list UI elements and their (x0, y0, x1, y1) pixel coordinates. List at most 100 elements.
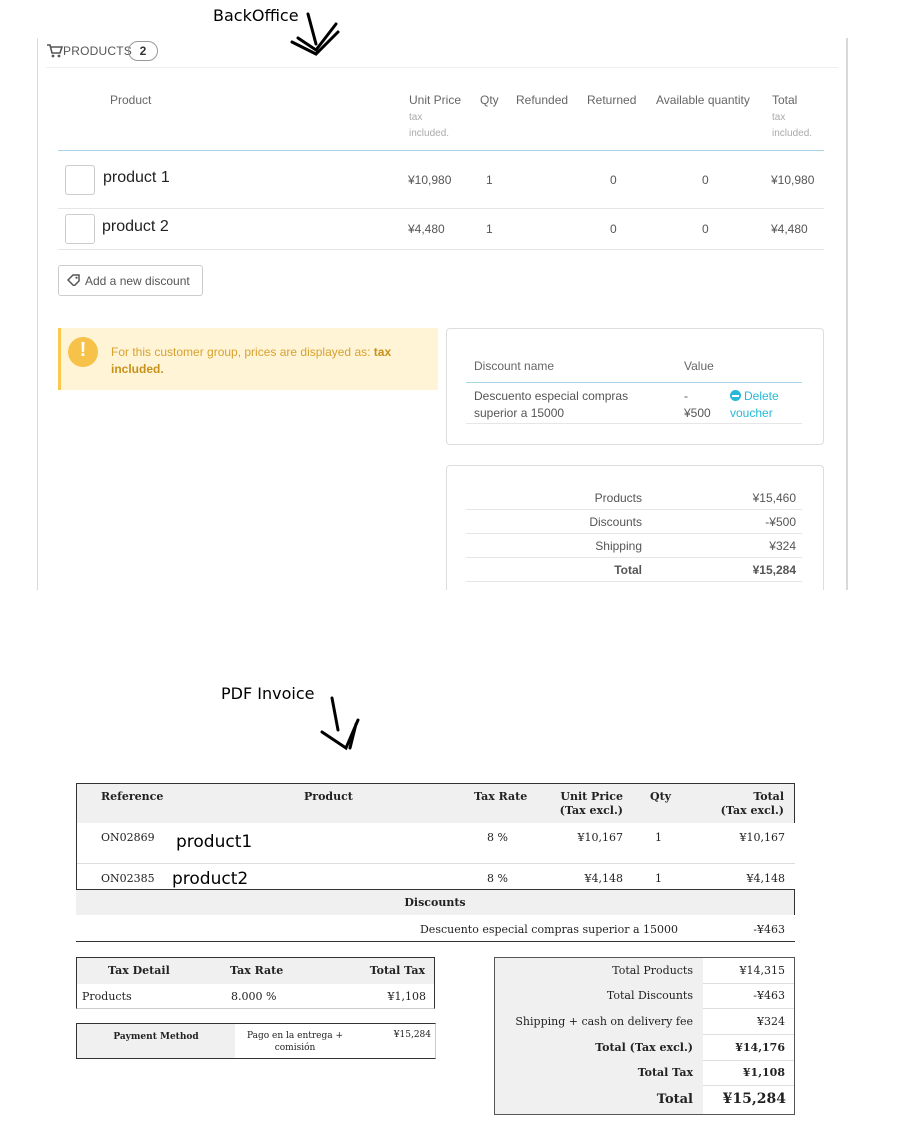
payment-method: Pago en la entrega + comisión (246, 1031, 344, 1053)
summary-label: Shipping + cash on delivery fee (515, 1015, 693, 1028)
annotation-pdf-invoice: PDF Invoice (221, 684, 315, 703)
available-quantity: 0 (702, 222, 709, 236)
inv-total: ¥10,167 (739, 831, 786, 844)
summary-value: ¥14,315 (739, 964, 786, 977)
summary-value: ¥1,108 (742, 1066, 785, 1079)
inv-col-product: Product (304, 790, 353, 803)
col-product: Product (110, 93, 152, 107)
arrow-down-icon (320, 696, 360, 751)
panel-title: PRODUCTS (63, 44, 132, 58)
summary-divider (703, 1060, 794, 1061)
total-label-discounts: Discounts (589, 515, 642, 529)
col-unit-price-sub: tax (409, 112, 423, 123)
col-refunded: Refunded (516, 93, 569, 107)
line-total: ¥10,980 (771, 173, 815, 187)
summary-value-total: ¥15,284 (722, 1091, 786, 1107)
delete-voucher-link[interactable]: Delete voucher (730, 388, 779, 422)
total-value-shipping: ¥324 (769, 539, 796, 553)
summary-value: ¥324 (757, 1015, 785, 1028)
crop-mask (0, 590, 917, 610)
inv-unit-price: ¥10,167 (577, 831, 624, 844)
col-total-sub: tax (772, 112, 786, 123)
cart-icon (47, 44, 63, 58)
returned: 0 (610, 173, 617, 187)
inv-col-reference: Reference (101, 790, 164, 803)
inv-reference: ON02869 (101, 831, 155, 844)
total-value-products: ¥15,460 (752, 491, 796, 505)
tax-col-detail: Tax Detail (108, 964, 170, 977)
col-total-sub: included. (772, 128, 813, 139)
summary-divider (703, 1085, 794, 1086)
col-total: Total (772, 93, 798, 107)
inv-discounts-bottom (76, 941, 795, 942)
totals-divider (466, 533, 802, 534)
summary-label: Total Tax (637, 1066, 693, 1079)
unit-price: ¥4,480 (408, 222, 445, 236)
col-available-quantity: Available quantity (656, 93, 750, 107)
summary-label: Total Discounts (606, 989, 693, 1002)
payment-label: Payment Method (113, 1032, 199, 1042)
discount-row-divider (466, 423, 802, 424)
inv-qty: 1 (655, 872, 662, 885)
add-discount-button[interactable]: Add a new discount (58, 265, 203, 296)
add-discount-label: Add a new discount (85, 274, 190, 288)
product-thumbnail[interactable] (65, 214, 95, 244)
inv-col-total: Total (Tax excl.) (720, 790, 784, 817)
annotation-backoffice: BackOffice (213, 6, 299, 25)
summary-label: Total Products (612, 964, 693, 977)
total-value-total: ¥15,284 (752, 563, 796, 577)
total-value-discounts: -¥500 (765, 515, 796, 529)
alert-text: For this customer group, prices are disp… (111, 345, 374, 359)
unit-price: ¥10,980 (408, 173, 452, 187)
inv-discount-name: Descuento especial compras superior a 15… (419, 923, 678, 936)
col-discount-value: Value (684, 359, 714, 373)
inv-tax-rate: 8 % (487, 831, 508, 844)
summary-label-column (495, 958, 703, 1114)
returned: 0 (610, 222, 617, 236)
totals-divider (466, 557, 802, 558)
inv-discounts-title: Discounts (404, 896, 466, 909)
product-count-badge: 2 (128, 41, 158, 61)
qty: 1 (486, 222, 493, 236)
discounts-box (446, 328, 824, 445)
discount-name: Descuento especial compras superior a 15… (474, 389, 629, 420)
invoice-table-header (77, 783, 795, 823)
inv-reference: ON02385 (101, 872, 155, 885)
product-thumbnail[interactable] (65, 165, 95, 195)
tax-detail: Products (82, 990, 132, 1003)
col-discount-name: Discount name (474, 359, 555, 373)
total-label-shipping: Shipping (595, 539, 642, 553)
summary-divider (703, 1034, 794, 1035)
summary-value: -¥463 (753, 989, 785, 1002)
product-name[interactable]: product 1 (103, 169, 170, 187)
inv-col-unit-price: Unit Price (Tax excl.) (559, 790, 623, 817)
summary-value: ¥14,176 (735, 1041, 785, 1054)
col-unit-price: Unit Price (409, 93, 462, 107)
tax-col-total: Total Tax (369, 964, 425, 977)
minus-circle-icon (730, 390, 741, 401)
header-divider (58, 150, 824, 151)
col-unit-price-sub: included. (409, 128, 450, 139)
inv-qty: 1 (655, 831, 662, 844)
inv-col-tax-rate: Tax Rate (474, 790, 528, 803)
summary-label-total: Total (656, 1092, 693, 1107)
inv-product: product2 (172, 869, 249, 889)
inv-col-qty: Qty (650, 790, 672, 803)
discount-value: - ¥500 (684, 389, 711, 420)
tax-total: ¥1,108 (387, 990, 427, 1003)
product-name[interactable]: product 2 (102, 218, 169, 236)
col-qty: Qty (480, 93, 499, 107)
totals-divider (466, 581, 802, 582)
line-total: ¥4,480 (771, 222, 808, 236)
inv-discount-value: -¥463 (753, 923, 785, 936)
col-returned: Returned (587, 93, 637, 107)
total-label-products: Products (594, 491, 642, 505)
tax-col-rate: Tax Rate (230, 964, 284, 977)
totals-box (446, 465, 824, 606)
inv-unit-price: ¥4,148 (584, 872, 624, 885)
inv-total: ¥4,148 (746, 872, 786, 885)
inv-row-divider (77, 863, 795, 864)
total-label-total: Total (614, 563, 642, 577)
summary-label: Total (Tax excl.) (595, 1041, 693, 1054)
inv-tax-rate: 8 % (487, 872, 508, 885)
